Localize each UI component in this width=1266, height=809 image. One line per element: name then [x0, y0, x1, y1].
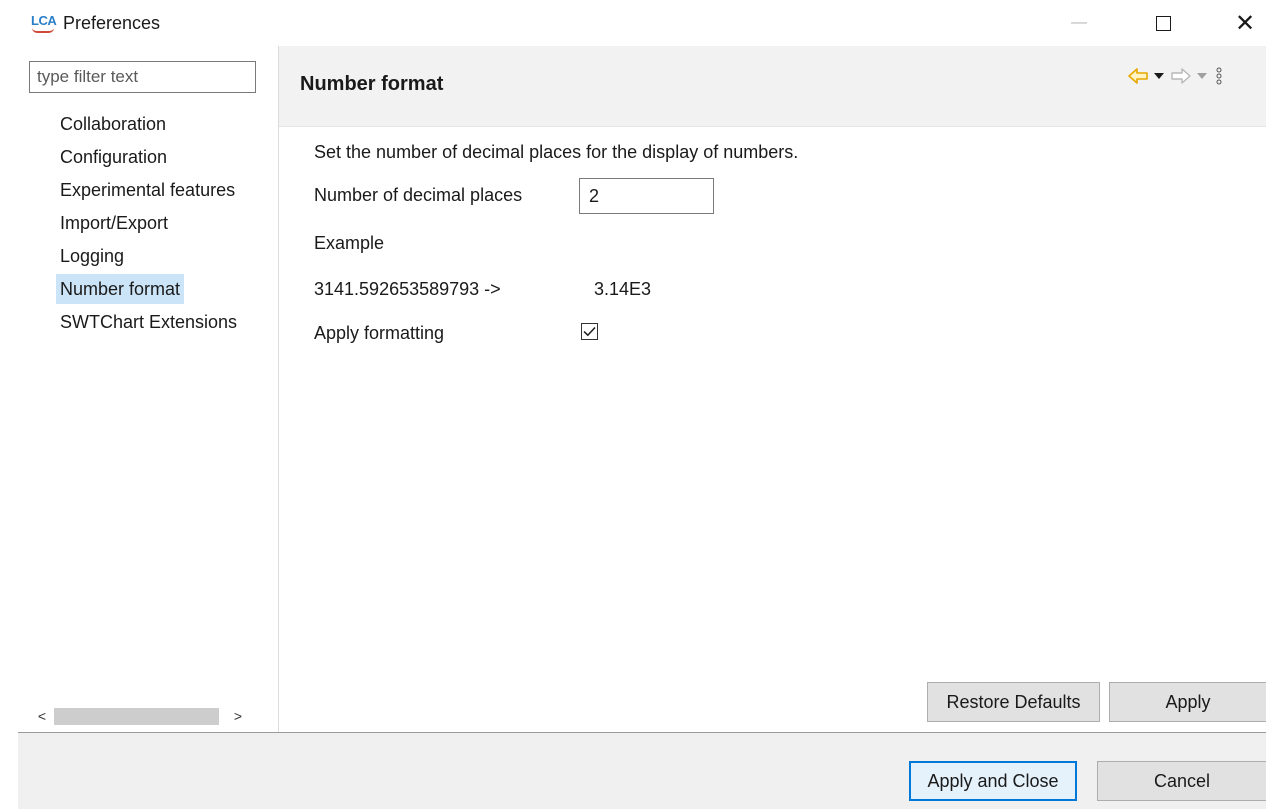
decimal-places-label: Number of decimal places — [314, 185, 523, 205]
forward-arrow-icon — [1170, 66, 1192, 86]
title-bar: LCA Preferences — ✕ — [0, 0, 1266, 46]
scroll-left-icon[interactable]: < — [32, 706, 52, 726]
cancel-button[interactable]: Cancel — [1097, 761, 1266, 801]
example-output-value: 3.14E3 — [594, 279, 652, 299]
tree-item-logging[interactable]: Logging — [56, 241, 128, 271]
apply-button[interactable]: Apply — [1109, 682, 1266, 722]
tree-item-number-format[interactable]: Number format — [56, 274, 185, 304]
decimal-places-input[interactable] — [579, 178, 714, 214]
maximize-icon — [1155, 15, 1171, 31]
tree-item-swtchart-extensions[interactable]: SWTChart Extensions — [56, 307, 241, 337]
apply-and-close-button[interactable]: Apply and Close — [909, 761, 1077, 801]
page-title: Number format — [300, 73, 444, 95]
back-arrow-icon[interactable] — [1127, 66, 1149, 86]
view-menu-icon[interactable] — [1213, 66, 1223, 86]
horizontal-scrollbar[interactable]: < > — [18, 702, 277, 732]
page-header: Number format — [279, 46, 1266, 127]
minimize-button[interactable]: — — [1056, 0, 1102, 46]
maximize-button[interactable] — [1140, 0, 1186, 46]
tree-item-configuration[interactable]: Configuration — [56, 142, 171, 172]
example-input-value: 3141.592653589793 -> — [314, 279, 501, 299]
apply-formatting-checkbox[interactable] — [581, 323, 598, 340]
scroll-right-icon[interactable]: > — [228, 706, 248, 726]
scrollbar-thumb[interactable] — [54, 708, 219, 725]
tree-item-collaboration[interactable]: Collaboration — [56, 109, 170, 139]
dropdown-icon — [1195, 66, 1209, 86]
page-description: Set the number of decimal places for the… — [314, 142, 799, 162]
example-label: Example — [314, 233, 385, 253]
tree-item-experimental-features[interactable]: Experimental features — [56, 175, 239, 205]
filter-input[interactable] — [29, 61, 256, 93]
dialog-footer: Apply and Close Cancel — [18, 733, 1266, 809]
dropdown-icon[interactable] — [1152, 66, 1166, 86]
tree-item-import-export[interactable]: Import/Export — [56, 208, 172, 238]
preference-page: Number format Set the number of decimal … — [279, 46, 1266, 732]
navigation-controls — [1127, 64, 1223, 88]
preferences-sidebar: Collaboration Configuration Experimental… — [18, 46, 279, 732]
checkmark-icon — [583, 326, 596, 337]
restore-defaults-button[interactable]: Restore Defaults — [927, 682, 1100, 722]
window-title: Preferences — [63, 13, 161, 33]
apply-formatting-label: Apply formatting — [314, 323, 445, 343]
preferences-window: LCA Preferences — ✕ Collaboration Config… — [0, 0, 1266, 809]
app-logo-icon: LCA — [31, 13, 57, 33]
close-button[interactable]: ✕ — [1222, 0, 1266, 46]
